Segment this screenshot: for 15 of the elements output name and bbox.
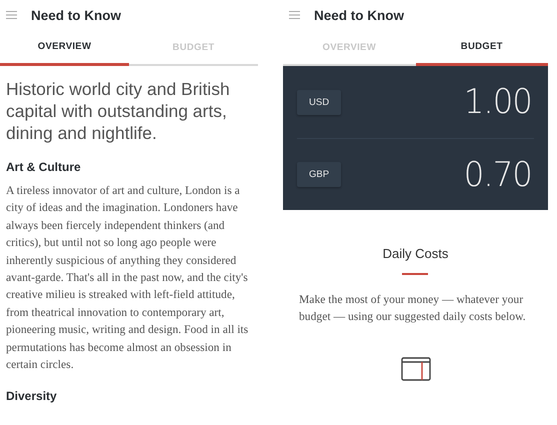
section-heading: Diversity: [6, 389, 58, 404]
section-heading: Art & Culture: [6, 160, 82, 174]
intro-text: Historic world city and British capital with outstanding arts, dining and nightlife.: [6, 78, 231, 144]
page-title: Need to Know: [31, 8, 121, 22]
body-text: A tireless innovator of art and culture, London is a city of ideas and the imagination. Londoners have always been fiercely independent thinkers (and critics), but until not so long ago people were inherently suspicious of anything they considered avant-garde. That's all in the past now, and the city's creative milieu is streaked with left-field attitude, from theatrical innovation to contemporary art, pioneering music, writing and design. Food in all its permutations has become almost an obsession in certain circles.: [6, 183, 250, 374]
currency-amount: 1.00: [464, 82, 532, 122]
menu-icon[interactable]: [289, 11, 300, 19]
currency-code[interactable]: USD: [297, 90, 342, 114]
currency-code[interactable]: GBP: [297, 162, 342, 187]
section-heading: Daily Costs: [382, 246, 450, 261]
page-title: Need to Know: [314, 8, 404, 22]
menu-icon[interactable]: [6, 11, 17, 19]
currency-amount: 0.70: [464, 154, 532, 194]
window-icon: [400, 357, 430, 381]
body-text: Make the most of your money — whatever your budget — using our suggested daily costs below.: [299, 292, 527, 325]
